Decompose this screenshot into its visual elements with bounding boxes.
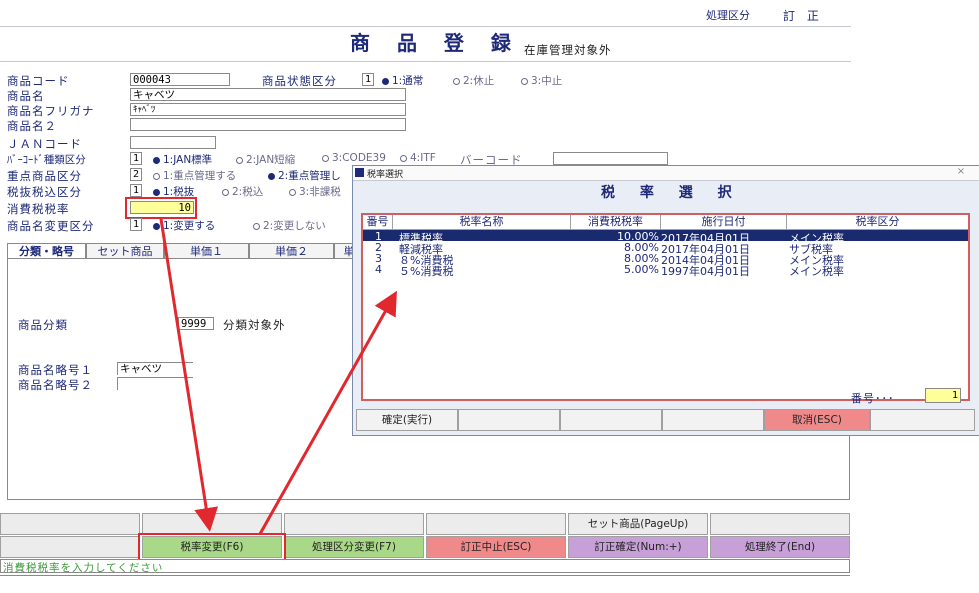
arrow-to-f6 — [159, 218, 219, 532]
annotation-arrows — [159, 218, 397, 535]
arrow-to-dialog — [258, 290, 397, 535]
